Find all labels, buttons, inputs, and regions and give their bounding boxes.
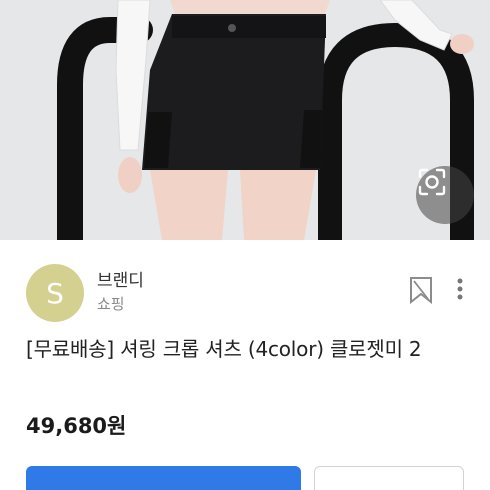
seller-row[interactable]: S 브랜디 쇼핑: [26, 262, 466, 322]
bookmark-icon: [410, 277, 432, 305]
primary-action-button[interactable]: [26, 466, 301, 490]
seller-name[interactable]: 브랜디: [97, 266, 144, 291]
visual-search-icon: [418, 168, 446, 196]
avatar-letter: S: [46, 276, 64, 310]
product-title: [무료배송] 셔링 크롭 셔츠 (4color) 클로젯미 2: [26, 337, 422, 361]
bookmark-button[interactable]: [408, 276, 434, 305]
visual-search-button[interactable]: [416, 166, 474, 224]
product-image[interactable]: [0, 0, 490, 240]
more-vertical-icon: [457, 278, 463, 300]
seller-avatar[interactable]: S: [26, 264, 84, 322]
more-options-button[interactable]: [450, 276, 470, 304]
seller-category: 쇼핑: [97, 295, 125, 313]
product-price: 49,680원: [26, 414, 127, 438]
secondary-action-button[interactable]: [314, 466, 464, 490]
